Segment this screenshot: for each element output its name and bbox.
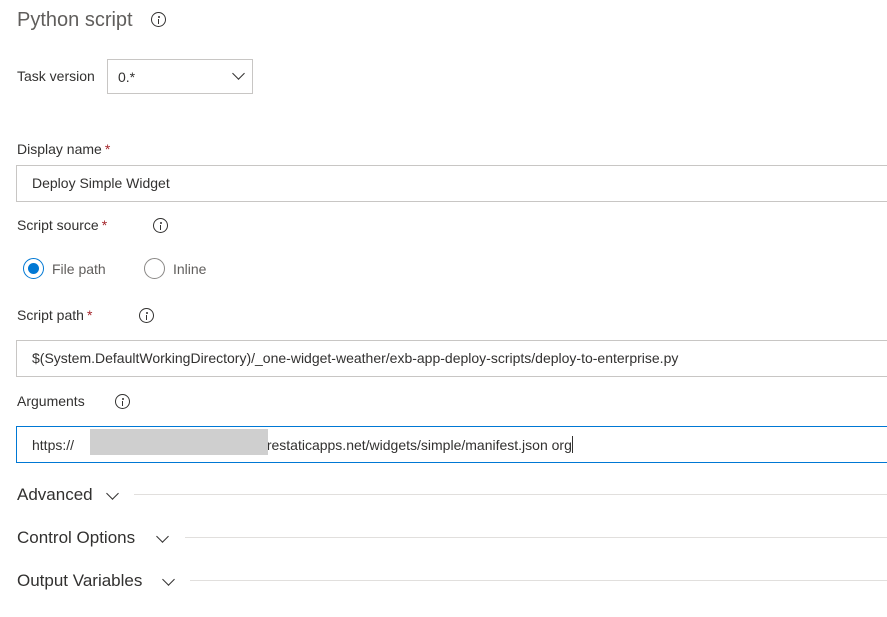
display-name-value: Deploy Simple Widget xyxy=(32,175,170,191)
arguments-value-suffix: zurestaticapps.net/widgets/simple/manife… xyxy=(252,437,572,453)
control-options-section-toggle[interactable]: Control Options xyxy=(17,527,135,549)
inline-radio-label[interactable]: Inline xyxy=(173,261,206,277)
script-path-field[interactable]: $(System.DefaultWorkingDirectory)/_one-w… xyxy=(16,340,887,377)
divider xyxy=(134,494,887,495)
display-name-field[interactable]: Deploy Simple Widget xyxy=(16,165,887,202)
arguments-label: Arguments xyxy=(17,393,85,409)
task-version-value: 0.* xyxy=(118,69,136,85)
script-path-value: $(System.DefaultWorkingDirectory)/_one-w… xyxy=(32,350,679,366)
required-marker: * xyxy=(101,217,108,233)
divider xyxy=(190,580,887,581)
output-variables-section-toggle[interactable]: Output Variables xyxy=(17,570,142,592)
script-source-label-text: Script source xyxy=(17,217,99,233)
required-marker: * xyxy=(86,307,93,323)
task-version-label: Task version xyxy=(17,68,95,84)
display-name-label-text: Display name xyxy=(17,141,102,157)
script-path-label-text: Script path xyxy=(17,307,84,323)
file-path-radio[interactable] xyxy=(23,258,44,279)
inline-radio[interactable] xyxy=(144,258,165,279)
divider xyxy=(185,537,887,538)
chevron-down-icon[interactable] xyxy=(156,530,169,543)
arguments-field[interactable]: https:// zurestaticapps.net/widgets/simpl… xyxy=(16,426,887,463)
info-icon[interactable] xyxy=(115,394,130,409)
chevron-down-icon[interactable] xyxy=(106,487,119,500)
required-marker: * xyxy=(104,141,111,157)
page-title: Python script xyxy=(17,9,133,31)
chevron-down-icon[interactable] xyxy=(162,573,175,586)
info-icon[interactable] xyxy=(151,12,166,27)
redaction-block xyxy=(90,429,268,455)
info-icon[interactable] xyxy=(153,218,168,233)
chevron-down-icon xyxy=(232,67,245,80)
script-path-label: Script path * xyxy=(17,306,92,324)
info-icon[interactable] xyxy=(139,308,154,323)
file-path-radio-label[interactable]: File path xyxy=(52,261,106,277)
advanced-section-toggle[interactable]: Advanced xyxy=(17,484,93,506)
text-cursor xyxy=(571,436,573,453)
task-version-select[interactable]: 0.* xyxy=(107,59,253,94)
display-name-label: Display name * xyxy=(17,140,110,158)
arguments-value-prefix: https:// xyxy=(32,437,75,453)
script-source-label: Script source * xyxy=(17,216,107,234)
